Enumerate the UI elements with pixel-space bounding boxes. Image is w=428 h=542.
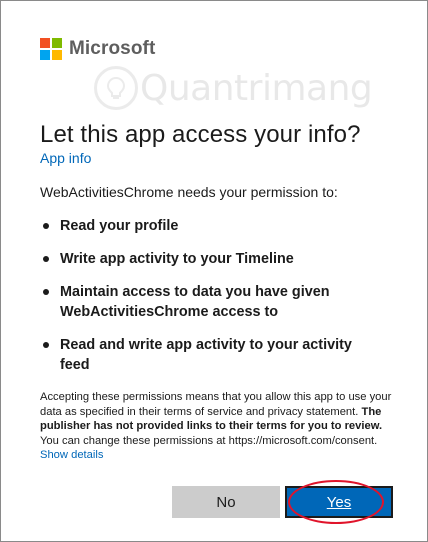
show-details-link[interactable]: Show details — [40, 449, 103, 461]
permission-list: Read your profile Write app activity to … — [40, 216, 380, 375]
page-title: Let this app access your info? — [40, 121, 361, 148]
watermark-bulb-icon — [94, 66, 138, 110]
watermark: Quantrimang — [94, 66, 373, 110]
permission-item: Write app activity to your Timeline — [40, 249, 380, 269]
fine-print-text-2: You can change these permissions at http… — [40, 434, 378, 447]
watermark-text: Quantrimang — [140, 67, 373, 109]
no-button[interactable]: No — [172, 486, 280, 518]
yes-button[interactable]: Yes — [285, 486, 393, 518]
brand-name: Microsoft — [69, 38, 156, 59]
microsoft-squares-icon — [40, 38, 62, 60]
fine-print: Accepting these permissions means that y… — [40, 390, 392, 463]
fine-print-text: Accepting these permissions means that y… — [40, 391, 392, 418]
permission-item: Read your profile — [40, 216, 380, 236]
app-info-link[interactable]: App info — [40, 150, 91, 166]
permission-intro: WebActivitiesChrome needs your permissio… — [40, 184, 338, 200]
permission-item: Read and write app activity to your acti… — [40, 335, 380, 375]
microsoft-logo: Microsoft — [40, 38, 155, 60]
permission-item: Maintain access to data you have given W… — [40, 282, 380, 322]
